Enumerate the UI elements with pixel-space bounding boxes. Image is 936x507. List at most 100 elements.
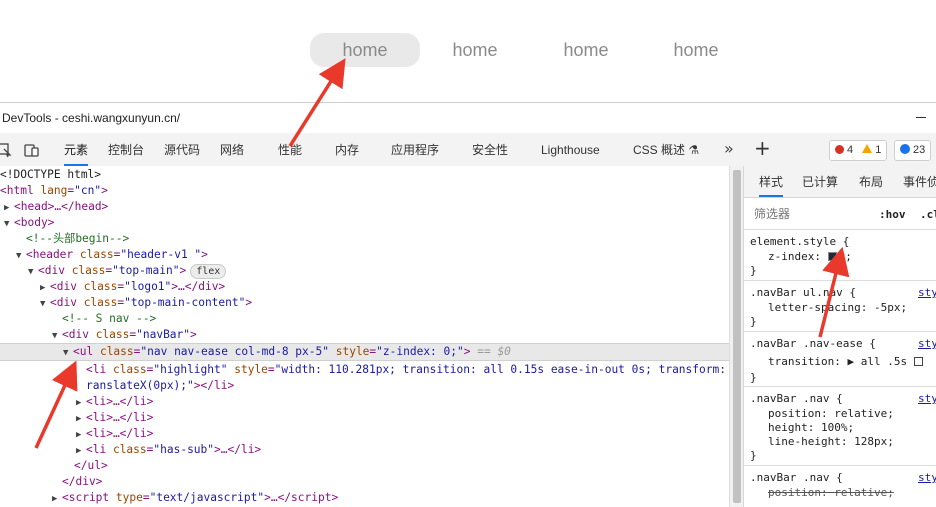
tab-network[interactable]: 网络 [220,133,244,166]
subtab-layout[interactable]: 布局 [859,166,883,197]
expand-triangle-icon[interactable]: ▶ [52,491,62,507]
minimize-icon[interactable] [916,117,926,118]
flex-badge[interactable]: flex [190,264,227,279]
scrollbar-thumb[interactable] [733,170,741,503]
rule-property[interactable]: letter-spacing: -5px; [768,300,907,315]
dom-line[interactable]: ▼ <div class="top-main-content"> [0,295,729,311]
dom-line[interactable]: ▶ <li>…</li> [0,410,729,426]
dom-line[interactable]: <li class="highlight" style="width: 110.… [0,362,729,378]
more-tabs-icon[interactable]: » [724,139,734,158]
dom-value: "highlight" [153,363,228,376]
expand-triangle-icon[interactable]: ▶ [40,280,50,296]
tab-css-overview[interactable]: CSS 概述 ⚗ [633,133,699,166]
collapse-triangle-icon[interactable]: ▼ [16,248,26,264]
rule-source-link[interactable]: sty [918,285,936,300]
dom-comment: <!-- S nav --> [62,312,157,325]
page-navbar: home home home home [0,0,936,102]
dom-line[interactable]: ▶ <li>…</li> [0,426,729,442]
tab-memory[interactable]: 内存 [335,133,359,166]
dom-line-selected[interactable]: ▼ <ul class="nav nav-ease col-md-8 px-5" … [0,343,729,361]
dom-line[interactable]: ▼ <header class="header-v1 "> [0,247,729,263]
dom-line[interactable]: <html lang="cn"> [0,183,729,199]
subtab-styles[interactable]: 样式 [759,166,784,197]
tab-application[interactable]: 应用程序 [391,133,439,166]
hover-state-toggle[interactable]: :hov [879,208,906,221]
nav-item-home[interactable]: home [420,33,530,67]
dom-tag: <li>…</li> [86,411,154,424]
dom-tag: <li>…</li> [86,395,154,408]
style-rule: .navBar .nav-ease { sty transition: ▶ al… [744,333,936,387]
expand-triangle-icon[interactable]: ▶ [76,443,86,459]
property-name: letter-spacing [768,301,861,314]
dom-line[interactable]: ▼ <body> [0,215,729,231]
rule-property[interactable]: line-height: 128px; [768,434,894,449]
nav-item-home[interactable]: home [531,33,641,67]
add-tab-icon[interactable]: + [754,136,771,160]
dom-line[interactable]: ▶ <div class="logo1">…</div> [0,279,729,295]
collapse-triangle-icon[interactable]: ▼ [63,345,73,361]
tab-elements[interactable]: 元素 [64,133,89,166]
property-name: z-index [768,250,815,263]
rule-property[interactable]: z-index: 0; [768,249,852,264]
dom-line[interactable]: ▶ <head>…</head> [0,199,729,215]
easing-editor-icon[interactable] [913,357,923,366]
dom-line[interactable]: <!--头部begin--> [0,231,729,247]
nav-item-home-highlighted[interactable]: home [310,33,420,67]
subtab-computed[interactable]: 已计算 [802,166,838,197]
dom-line[interactable]: <!-- S nav --> [0,311,729,327]
dom-comment: <!--头部begin--> [26,232,130,245]
property-value: 128px; [854,435,894,448]
style-rule: .navBar ul.nav { sty letter-spacing: -5p… [744,282,936,332]
styles-filter-input[interactable] [750,202,866,226]
device-toolbar-icon[interactable] [24,142,40,158]
collapse-triangle-icon[interactable]: ▼ [28,264,38,280]
error-warning-counter[interactable]: 4 1 [829,140,888,161]
dom-tag: </div> [62,475,103,488]
dom-line[interactable]: ▼ <div class="navBar"> [0,327,729,343]
elements-panel: <!DOCTYPE html> <html lang="cn"> ▶ <head>… [0,166,729,507]
rule-source-link[interactable]: sty [918,470,936,485]
dom-line[interactable]: <!DOCTYPE html> [0,167,729,183]
dom-tag: <head>…</head> [14,200,109,213]
inspect-element-icon[interactable] [0,142,12,158]
subtab-event-listeners[interactable]: 事件侦 [903,166,936,197]
tab-console[interactable]: 控制台 [108,133,144,166]
rule-property[interactable]: transition: ▶ all .5s [768,354,923,369]
elements-scrollbar[interactable] [729,166,743,507]
dom-value: "width: 110.281px; transition: all 0.15s… [274,363,729,376]
rule-property-overridden[interactable]: position: relative; [768,485,894,500]
dom-line[interactable]: ranslateX(0px);"></li> [0,378,729,394]
collapse-triangle-icon[interactable]: ▼ [52,328,62,344]
expand-triangle-icon[interactable]: ▶ [76,395,86,411]
dom-value: ranslateX(0px);" [86,379,194,392]
rule-source-link[interactable]: sty [918,391,936,406]
rule-property[interactable]: height: 100%; [768,420,854,435]
rule-source-link[interactable]: sty [918,336,936,351]
rule-selector: .navBar ul.nav { [750,286,856,299]
flask-icon: ⚗ [688,143,700,157]
expand-triangle-icon[interactable]: ▶ [847,355,854,368]
issues-counter[interactable]: 23 [894,140,932,161]
expand-triangle-icon[interactable]: ▶ [76,411,86,427]
tab-sources[interactable]: 源代码 [164,133,200,166]
expand-triangle-icon[interactable]: ▶ [4,200,14,216]
class-toggle[interactable]: .cl [920,208,936,221]
tab-security[interactable]: 安全性 [472,133,508,166]
collapse-triangle-icon[interactable]: ▼ [4,216,14,232]
rule-property[interactable]: position: relative; [768,406,894,421]
style-rule: element.style { z-index: 0; } [744,231,936,281]
expand-triangle-icon[interactable]: ▶ [76,427,86,443]
dom-line[interactable]: ▶ <li>…</li> [0,394,729,410]
nav-item-home[interactable]: home [641,33,751,67]
tab-performance[interactable]: 性能 [278,133,302,166]
dom-line[interactable]: </ul> [0,458,729,474]
color-swatch-icon[interactable] [827,252,837,261]
tab-css-overview-label: CSS 概述 [633,143,686,157]
property-value: 0; [838,250,852,263]
collapse-triangle-icon[interactable]: ▼ [40,296,50,312]
dom-line[interactable]: </div> [0,474,729,490]
dom-line[interactable]: ▼ <div class="top-main"> flex [0,263,729,279]
tab-lighthouse[interactable]: Lighthouse [541,133,600,166]
dom-line[interactable]: ▶ <script type="text/javascript">…</scrip… [0,490,729,506]
dom-line[interactable]: ▶ <li class="has-sub">…</li> [0,442,729,458]
